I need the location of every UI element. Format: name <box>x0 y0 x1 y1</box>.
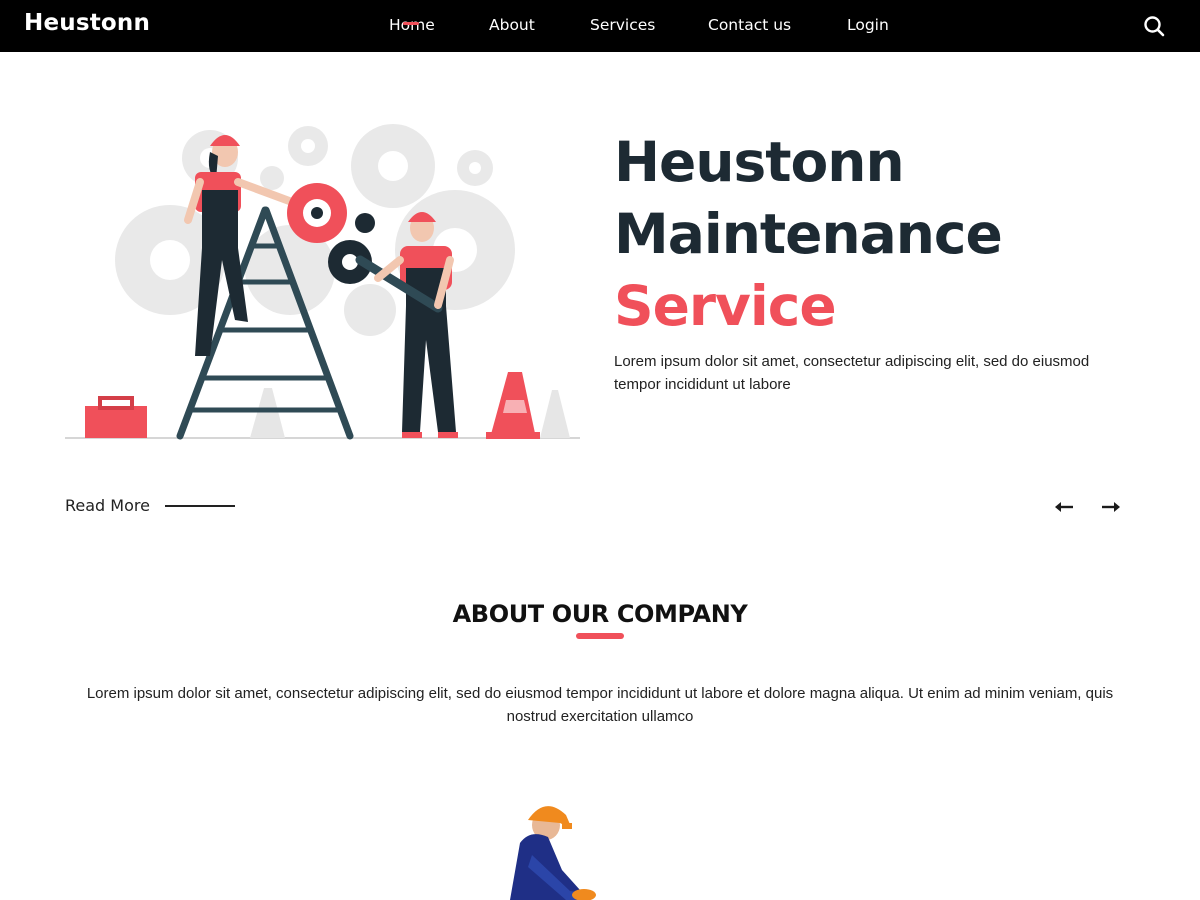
hero-description: Lorem ipsum dolor sit amet, consectetur … <box>614 353 1090 393</box>
navbar: Heustonn Home About Services Contact us … <box>0 0 1200 52</box>
nav-item-services[interactable]: Services <box>590 16 655 34</box>
hero-title-line-2: Maintenance <box>614 202 1003 266</box>
read-more-label[interactable]: Read More <box>65 496 150 515</box>
arrow-right-icon[interactable] <box>1100 497 1122 517</box>
about-description: Lorem ipsum dolor sit amet, consectetur … <box>86 685 1114 725</box>
maintenance-workers-illustration <box>65 124 580 440</box>
arrow-left-icon[interactable] <box>1053 497 1075 517</box>
nav-item-contact-us[interactable]: Contact us <box>708 16 791 34</box>
hero-title: Heustonn Maintenance Service <box>614 126 1003 342</box>
nav-item-home[interactable]: Home <box>389 16 435 34</box>
hero-title-line-1: Heustonn <box>614 130 905 194</box>
nav-item-login[interactable]: Login <box>847 16 889 34</box>
worker-illustration <box>510 806 596 900</box>
nav-menu: Home About Services Contact us Login <box>0 0 1200 52</box>
nav-active-indicator <box>403 22 419 25</box>
about-heading-underline <box>576 633 624 639</box>
about-heading: ABOUT OUR COMPANY <box>452 600 748 628</box>
hero-title-accent: Service <box>614 274 837 338</box>
read-more-link[interactable]: Read More <box>65 496 235 515</box>
search-icon[interactable] <box>1142 14 1166 38</box>
nav-item-about[interactable]: About <box>489 16 535 34</box>
read-more-line <box>164 504 235 507</box>
